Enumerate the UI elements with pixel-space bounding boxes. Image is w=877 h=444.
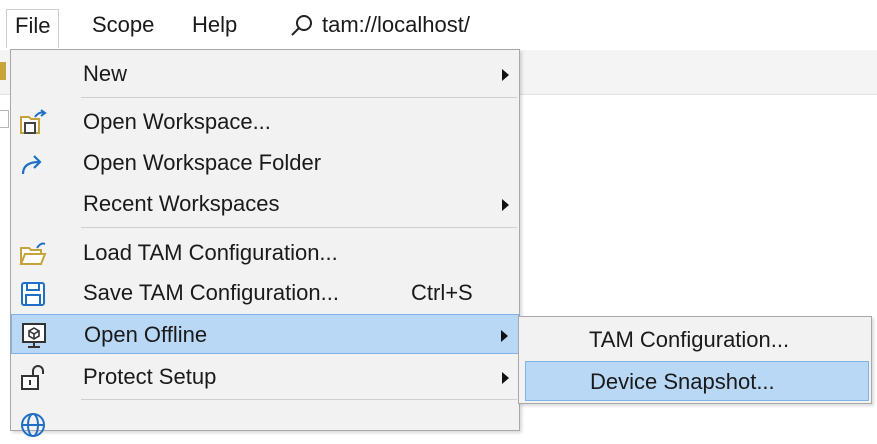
menu-item-recent-workspaces-label: Recent Workspaces (83, 191, 280, 216)
menu-item-open-workspace[interactable]: Open Workspace... (11, 102, 519, 142)
address-text: tam://localhost/ (322, 12, 470, 37)
menu-item-open-offline-label: Open Offline (84, 322, 208, 347)
menu-help[interactable]: Help (184, 9, 245, 41)
menu-item-protect-setup-label: Protect Setup (83, 364, 217, 389)
menu-help-label: Help (192, 12, 238, 37)
menu-separator (81, 97, 517, 98)
redo-arrow-icon (19, 150, 47, 178)
menu-item-recent-workspaces[interactable]: Recent Workspaces (11, 184, 519, 224)
submenu-arrow-icon (501, 330, 508, 342)
submenu-arrow-icon (502, 372, 509, 384)
menu-item-new[interactable]: New (11, 54, 519, 94)
menu-file-label: File (15, 13, 51, 38)
menu-item-open-workspace-folder[interactable]: Open Workspace Folder (11, 143, 519, 183)
menu-item-open-workspace-label: Open Workspace... (83, 109, 271, 134)
file-menu: New Open Workspace... Open Workspace Fol… (10, 49, 520, 437)
submenu-item-device-snapshot-label: Device Snapshot... (590, 369, 775, 394)
menu-scope[interactable]: Scope (84, 9, 162, 41)
menu-file[interactable]: File (6, 9, 60, 48)
submenu-item-tam-configuration-label: TAM Configuration... (589, 327, 790, 352)
unlock-icon (19, 364, 47, 392)
monitor-cube-icon (20, 322, 48, 350)
open-offline-submenu: TAM Configuration... Device Snapshot... (518, 316, 872, 404)
submenu-arrow-icon (502, 199, 509, 211)
shortcut-label: Ctrl+S (411, 280, 473, 305)
menu-item-new-label: New (83, 61, 128, 86)
menu-item-protect-setup[interactable]: Protect Setup (11, 357, 519, 397)
menu-separator (81, 399, 517, 400)
menu-item-save-tam-configuration-label: Save TAM Configuration... (83, 280, 339, 305)
menu-item-open-offline[interactable]: Open Offline (11, 314, 519, 354)
submenu-arrow-icon (502, 69, 509, 81)
menu-item-save-tam-configuration[interactable]: Save TAM Configuration... Ctrl+S (11, 273, 519, 313)
menu-item-load-tam-configuration-label: Load TAM Configuration... (83, 240, 338, 265)
folder-open-icon (19, 240, 47, 268)
folder-icon-fragment (0, 62, 6, 80)
menu-scope-label: Scope (92, 12, 155, 37)
submenu-item-device-snapshot[interactable]: Device Snapshot... (525, 361, 869, 401)
menu-bar: File Scope Help tam://localhost/ (0, 0, 877, 50)
open-workspace-icon (19, 109, 47, 137)
tree-node-fragment (0, 110, 9, 128)
globe-icon (19, 411, 47, 439)
menu-item-load-tam-configuration[interactable]: Load TAM Configuration... (11, 233, 519, 273)
menu-separator (81, 227, 517, 228)
menu-item-partial[interactable] (11, 404, 519, 444)
menu-item-open-workspace-folder-label: Open Workspace Folder (83, 150, 322, 175)
save-icon (19, 280, 47, 308)
submenu-item-tam-configuration[interactable]: TAM Configuration... (525, 320, 869, 360)
search-icon (291, 15, 312, 36)
